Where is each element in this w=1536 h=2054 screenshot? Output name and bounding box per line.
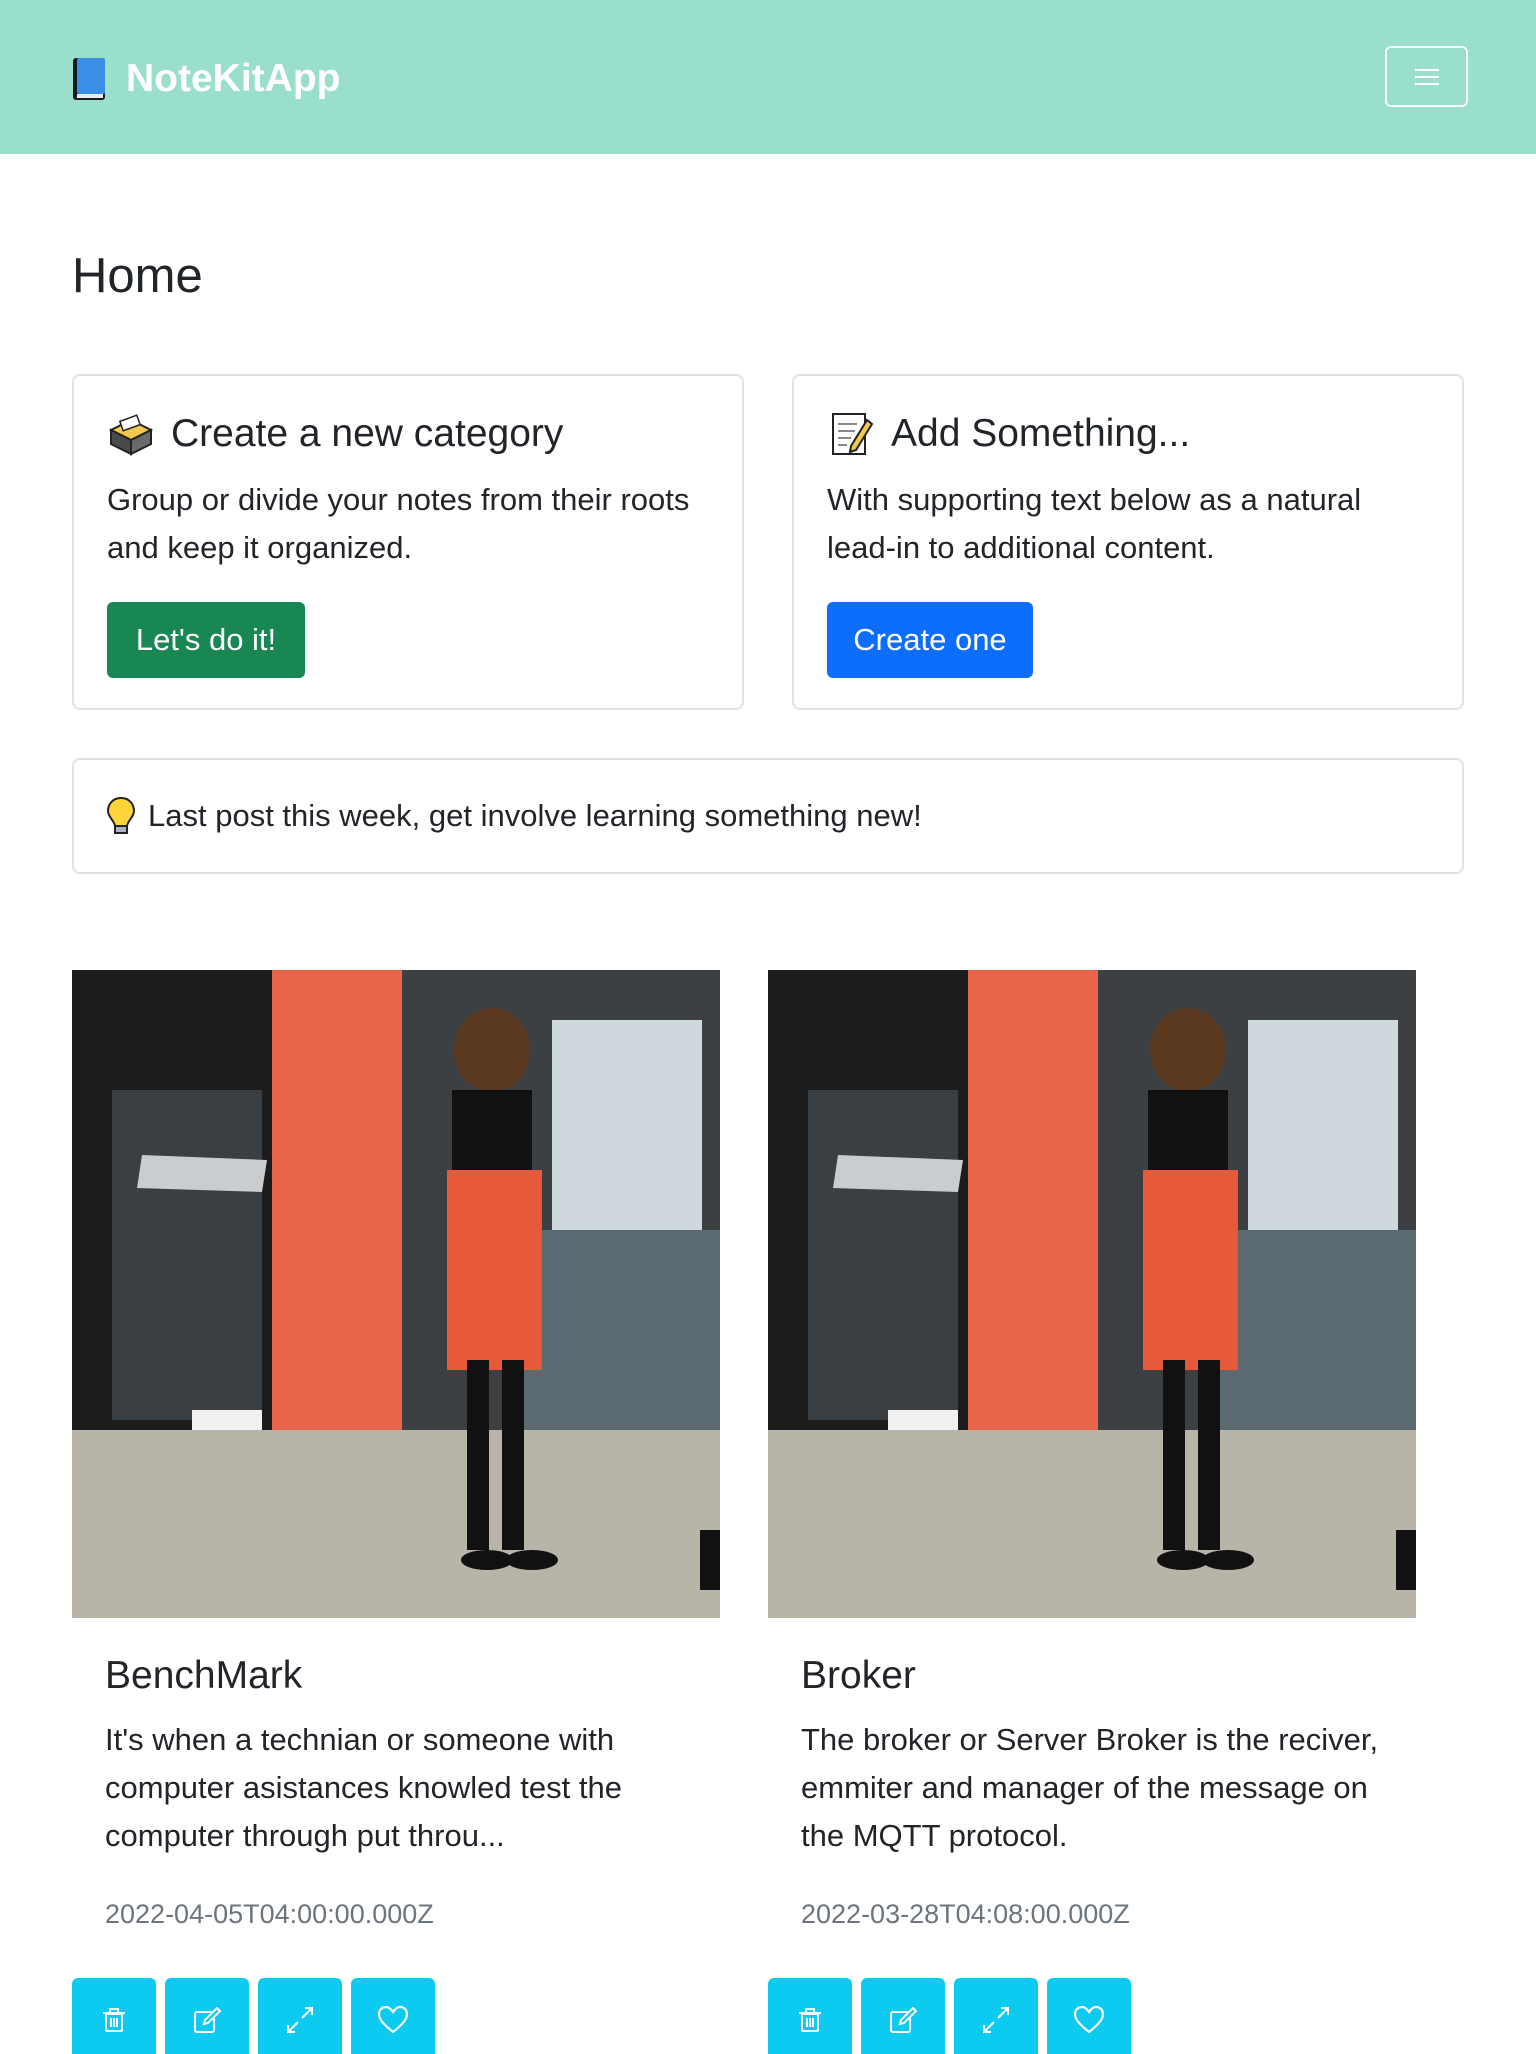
- edit-button[interactable]: [165, 1978, 249, 2054]
- post-text: The broker or Server Broker is the reciv…: [801, 1722, 1379, 1853]
- heart-icon: [1073, 2005, 1105, 2034]
- post-card: Broker The broker or Server Broker is th…: [768, 970, 1416, 2054]
- delete-button[interactable]: [768, 1978, 852, 2054]
- card-text: With supporting text below as a natural …: [827, 482, 1362, 565]
- hamburger-menu-icon: [1414, 68, 1439, 85]
- post-text: It's when a technian or someone with com…: [105, 1722, 622, 1853]
- create-category-card: Create a new category Group or divide yo…: [72, 374, 744, 710]
- post-title: Broker: [801, 1654, 916, 1697]
- blue-book-icon: [73, 58, 105, 100]
- add-something-card: Add Something... With supporting text be…: [792, 374, 1464, 710]
- expand-button[interactable]: [258, 1978, 342, 2054]
- edit-icon: [194, 2006, 222, 2033]
- favorite-button[interactable]: [351, 1978, 435, 2054]
- edit-button[interactable]: [861, 1978, 945, 2054]
- post-title: BenchMark: [105, 1654, 303, 1697]
- navbar-toggler-button[interactable]: [1385, 46, 1468, 107]
- alert-text: Last post this week, get involve learnin…: [148, 798, 922, 833]
- page-title: Home: [72, 249, 203, 303]
- favorite-button[interactable]: [1047, 1978, 1131, 2054]
- post-image: [768, 970, 1416, 1618]
- delete-button[interactable]: [72, 1978, 156, 2054]
- card-title-text: Add Something...: [891, 412, 1191, 455]
- card-text: Group or divide your notes from their ro…: [107, 482, 690, 565]
- lightbulb-icon: [106, 796, 136, 834]
- expand-icon: [287, 2007, 313, 2033]
- brand-link[interactable]: NoteKitApp: [72, 52, 340, 106]
- edit-icon: [890, 2006, 918, 2033]
- expand-button[interactable]: [954, 1978, 1038, 2054]
- memo-icon: [832, 413, 874, 455]
- trash-icon: [103, 2008, 125, 2032]
- info-alert: Last post this week, get involve learnin…: [72, 758, 1464, 874]
- heart-icon: [377, 2005, 409, 2034]
- card-title: Add Something...: [827, 410, 1190, 458]
- post-date: 2022-03-28T04:08:00.000Z: [801, 1899, 1130, 1929]
- card-title: Create a new category: [107, 410, 563, 458]
- post-actions: [768, 1978, 1131, 2054]
- card-title-text: Create a new category: [171, 412, 564, 455]
- create-one-button[interactable]: Create one: [827, 602, 1033, 678]
- post-card: BenchMark It's when a technian or someon…: [72, 970, 720, 2054]
- expand-icon: [983, 2007, 1009, 2033]
- card-file-box-icon: [108, 414, 154, 456]
- post-image: [72, 970, 720, 1618]
- post-date: 2022-04-05T04:00:00.000Z: [105, 1899, 434, 1929]
- navbar: NoteKitApp: [0, 0, 1536, 154]
- brand-name: NoteKitApp: [126, 57, 341, 100]
- trash-icon: [799, 2008, 821, 2032]
- lets-do-it-button[interactable]: Let's do it!: [107, 602, 305, 678]
- post-actions: [72, 1978, 435, 2054]
